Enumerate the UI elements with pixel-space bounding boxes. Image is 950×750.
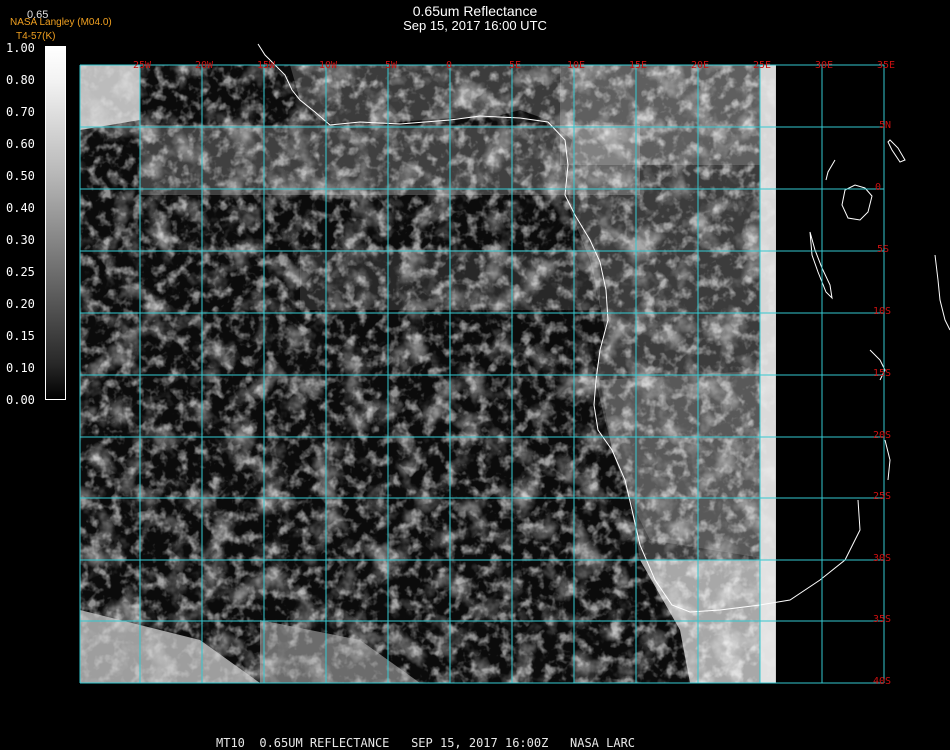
lon-label: 15E	[629, 60, 648, 71]
scan-edge	[760, 65, 776, 683]
lat-label: 15S	[873, 368, 892, 379]
lon-label: 30E	[815, 60, 834, 71]
lat-label: 25S	[873, 491, 892, 502]
lon-label: 10E	[567, 60, 586, 71]
lon-label: 35E	[877, 60, 896, 71]
lat-label: 20S	[873, 430, 892, 441]
lon-label: 25E	[753, 60, 772, 71]
lon-label: 10W	[319, 60, 338, 71]
lon-label: 25W	[133, 60, 152, 71]
lon-label: 0	[446, 60, 453, 71]
lon-label: 15W	[257, 60, 276, 71]
lat-label: 30S	[873, 553, 892, 564]
footer-caption: MT10 0.65UM REFLECTANCE SEP 15, 2017 16:…	[216, 736, 636, 750]
satellite-image	[80, 65, 775, 683]
satellite-map	[79, 43, 950, 684]
lat-label: 5S	[877, 244, 890, 255]
lon-label: 20W	[195, 60, 214, 71]
lat-label: 10S	[873, 306, 892, 317]
lon-label: 5W	[385, 60, 398, 71]
lon-label: 5E	[509, 60, 522, 71]
lat-label: 5N	[879, 120, 892, 131]
lat-label: 35S	[873, 614, 892, 625]
lon-label: 20E	[691, 60, 710, 71]
lat-label: 0	[875, 182, 882, 193]
lat-label: 40S	[873, 676, 892, 687]
